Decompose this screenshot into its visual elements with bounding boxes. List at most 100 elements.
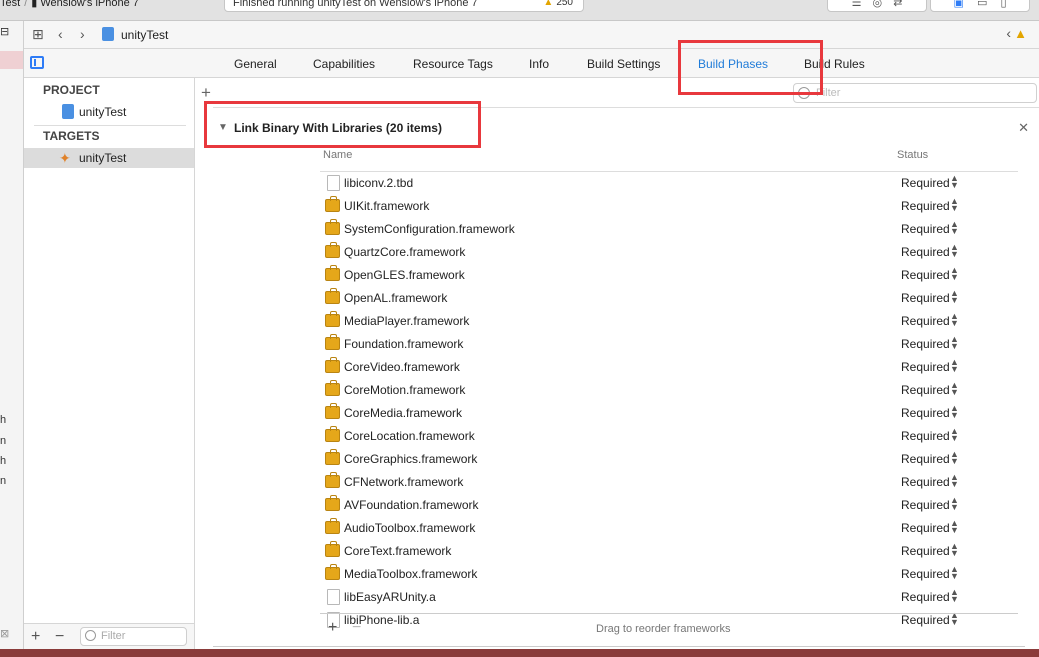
remove-library-button[interactable]: − [352, 619, 361, 637]
status-popup-chevron-icon[interactable]: ▲ ▼ [950, 197, 959, 213]
library-row[interactable]: QuartzCore.framework Required ▲ ▼ [320, 241, 1018, 264]
add-build-phase-button[interactable]: + [201, 83, 211, 103]
status-popup-chevron-icon[interactable]: ▲ ▼ [950, 289, 959, 305]
framework-icon [325, 403, 340, 419]
library-row[interactable]: CoreMotion.framework Required ▲ ▼ [320, 379, 1018, 402]
status-popup-chevron-icon[interactable]: ▲ ▼ [950, 450, 959, 466]
navigator-toggle-icon[interactable]: ▣ [954, 0, 964, 9]
library-status[interactable]: Required [901, 452, 950, 466]
remove-target-button[interactable]: − [55, 628, 64, 646]
highlight-build-phases [678, 40, 823, 95]
status-popup-chevron-icon[interactable]: ▲ ▼ [950, 220, 959, 236]
library-status[interactable]: Required [901, 176, 950, 190]
status-popup-chevron-icon[interactable]: ▲ ▼ [950, 473, 959, 489]
status-popup-chevron-icon[interactable]: ▲ ▼ [950, 427, 959, 443]
library-status[interactable]: Required [901, 291, 950, 305]
jump-bar-title[interactable]: unityTest [121, 28, 168, 42]
library-status[interactable]: Required [901, 475, 950, 489]
back-icon[interactable]: ‹ [58, 26, 63, 42]
library-status[interactable]: Required [901, 360, 950, 374]
scheme-selector[interactable]: Test / ▮ Wenslow's iPhone 7 [0, 0, 139, 10]
name-column-header[interactable]: Name [323, 149, 352, 161]
forward-icon[interactable]: › [80, 26, 85, 42]
library-row[interactable]: CoreVideo.framework Required ▲ ▼ [320, 356, 1018, 379]
library-row[interactable]: OpenGLES.framework Required ▲ ▼ [320, 264, 1018, 287]
debug-area-toggle-icon[interactable]: ▭ [977, 0, 987, 9]
warnings-indicator[interactable]: ▲ 250 [543, 0, 573, 11]
library-status[interactable]: Required [901, 498, 950, 512]
status-popup-chevron-icon[interactable]: ▲ ▼ [950, 565, 959, 581]
framework-icon [325, 334, 340, 350]
tab-info[interactable]: Info [529, 57, 549, 71]
phases-filter-field[interactable]: Filter [793, 83, 1037, 103]
tab-general[interactable]: General [234, 57, 277, 71]
library-name: UIKit.framework [344, 199, 430, 213]
library-status[interactable]: Required [901, 245, 950, 259]
tab-capabilities[interactable]: Capabilities [313, 57, 375, 71]
library-row[interactable]: OpenAL.framework Required ▲ ▼ [320, 287, 1018, 310]
status-popup-chevron-icon[interactable]: ▲ ▼ [950, 588, 959, 604]
library-row[interactable]: libEasyARUnity.a Required ▲ ▼ [320, 586, 1018, 609]
library-status[interactable]: Required [901, 314, 950, 328]
library-status[interactable]: Required [901, 268, 950, 282]
tab-build-settings[interactable]: Build Settings [587, 57, 660, 71]
view-toggle-buttons[interactable]: ▣ ▭ ▯ [930, 0, 1030, 12]
library-status[interactable]: Required [901, 590, 950, 604]
framework-icon [325, 472, 340, 488]
issue-warning-icon[interactable]: ▲ [1014, 26, 1027, 41]
editor-tab-bar: General Capabilities Resource Tags Info … [24, 49, 1039, 78]
library-row[interactable]: AVFoundation.framework Required ▲ ▼ [320, 494, 1018, 517]
library-status[interactable]: Required [901, 567, 950, 581]
library-status[interactable]: Required [901, 544, 950, 558]
library-status[interactable]: Required [901, 521, 950, 535]
library-status[interactable]: Required [901, 429, 950, 443]
issue-back-icon[interactable]: ‹ [1006, 25, 1011, 41]
utilities-toggle-icon[interactable]: ▯ [1000, 0, 1006, 9]
library-row[interactable]: CFNetwork.framework Required ▲ ▼ [320, 471, 1018, 494]
status-popup-chevron-icon[interactable]: ▲ ▼ [950, 496, 959, 512]
status-popup-chevron-icon[interactable]: ▲ ▼ [950, 358, 959, 374]
library-row[interactable]: CoreMedia.framework Required ▲ ▼ [320, 402, 1018, 425]
project-item[interactable]: unityTest [24, 102, 194, 122]
delete-phase-icon[interactable]: ✕ [1018, 120, 1029, 136]
library-row[interactable]: Foundation.framework Required ▲ ▼ [320, 333, 1018, 356]
library-row[interactable]: CoreGraphics.framework Required ▲ ▼ [320, 448, 1018, 471]
library-row[interactable]: libiconv.2.tbd Required ▲ ▼ [320, 172, 1018, 195]
framework-icon [325, 564, 340, 580]
add-library-button[interactable]: + [328, 619, 337, 637]
targets-sidebar-toggle-icon[interactable] [30, 56, 44, 69]
standard-editor-icon[interactable]: ☰ [852, 0, 862, 9]
library-row[interactable]: UIKit.framework Required ▲ ▼ [320, 195, 1018, 218]
version-editor-icon[interactable]: ⇄ [893, 0, 902, 9]
status-popup-chevron-icon[interactable]: ▲ ▼ [950, 174, 959, 190]
add-target-button[interactable]: + [31, 628, 40, 646]
assistant-editor-icon[interactable]: ◎ [873, 0, 883, 9]
editor-mode-buttons[interactable]: ☰ ◎ ⇄ [827, 0, 927, 12]
library-status[interactable]: Required [901, 406, 950, 420]
status-popup-chevron-icon[interactable]: ▲ ▼ [950, 404, 959, 420]
library-row[interactable]: MediaPlayer.framework Required ▲ ▼ [320, 310, 1018, 333]
library-row[interactable]: SystemConfiguration.framework Required ▲ ▼ [320, 218, 1018, 241]
library-status[interactable]: Required [901, 199, 950, 213]
library-row[interactable]: CoreText.framework Required ▲ ▼ [320, 540, 1018, 563]
library-name: CoreGraphics.framework [344, 452, 478, 466]
tab-resource-tags[interactable]: Resource Tags [413, 57, 493, 71]
library-row[interactable]: CoreLocation.framework Required ▲ ▼ [320, 425, 1018, 448]
status-popup-chevron-icon[interactable]: ▲ ▼ [950, 243, 959, 259]
status-popup-chevron-icon[interactable]: ▲ ▼ [950, 381, 959, 397]
related-items-icon[interactable]: ⊞ [32, 26, 44, 43]
library-status[interactable]: Required [901, 383, 950, 397]
status-popup-chevron-icon[interactable]: ▲ ▼ [950, 519, 959, 535]
library-status[interactable]: Required [901, 337, 950, 351]
status-popup-chevron-icon[interactable]: ▲ ▼ [950, 312, 959, 328]
status-popup-chevron-icon[interactable]: ▲ ▼ [950, 335, 959, 351]
library-row[interactable]: AudioToolbox.framework Required ▲ ▼ [320, 517, 1018, 540]
target-item[interactable]: ✦ unityTest [24, 148, 194, 168]
status-column-header[interactable]: Status [897, 149, 928, 161]
status-popup-chevron-icon[interactable]: ▲ ▼ [950, 266, 959, 282]
library-status[interactable]: Required [901, 222, 950, 236]
status-popup-chevron-icon[interactable]: ▲ ▼ [950, 542, 959, 558]
targets-filter-field[interactable]: Filter [80, 627, 187, 646]
library-name: AudioToolbox.framework [344, 521, 476, 535]
library-row[interactable]: MediaToolbox.framework Required ▲ ▼ [320, 563, 1018, 586]
